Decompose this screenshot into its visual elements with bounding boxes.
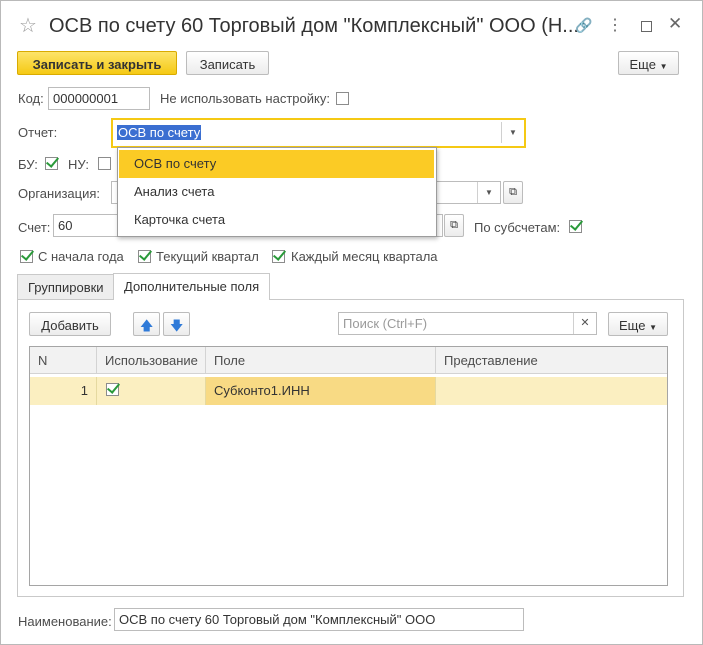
report-select[interactable]: ОСВ по счету ▼	[111, 118, 526, 148]
window-title: ОСВ по счету 60 Торговый дом "Комплексны…	[49, 15, 579, 37]
code-field[interactable]: 000000001	[48, 87, 150, 110]
open-icon[interactable]: ⧉	[503, 181, 523, 204]
bu-checkbox[interactable]	[45, 157, 58, 170]
more-button[interactable]: Еще ▼	[618, 51, 679, 75]
row-presentation[interactable]	[436, 377, 667, 405]
panel-more-label: Еще	[619, 318, 646, 333]
additional-fields-table: N Использование Поле Представление 1 Суб…	[29, 346, 668, 586]
row-usage-cell	[97, 377, 206, 405]
nu-checkbox[interactable]	[98, 157, 111, 170]
save-button[interactable]: Записать	[186, 51, 269, 75]
from-year-start-label: С начала года	[38, 249, 124, 264]
organization-label: Организация:	[18, 186, 101, 201]
no-setting-checkbox[interactable]	[336, 92, 349, 105]
save-and-close-button[interactable]: Записать и закрыть	[17, 51, 177, 75]
tab-groupings[interactable]: Группировки	[17, 274, 115, 300]
by-subaccounts-checkbox[interactable]	[569, 220, 582, 233]
dropdown-option-osv[interactable]: ОСВ по счету	[119, 150, 434, 178]
star-icon[interactable]: ☆	[19, 13, 37, 38]
more-label: Еще	[629, 57, 656, 72]
report-select-value: ОСВ по счету	[117, 125, 202, 140]
kebab-icon[interactable]: ⋮	[607, 15, 623, 35]
bu-label: БУ:	[18, 157, 38, 172]
panel-more-button[interactable]: Еще ▼	[608, 312, 668, 336]
add-button[interactable]: Добавить	[29, 312, 111, 336]
current-quarter-checkbox[interactable]	[138, 250, 151, 263]
each-month-label: Каждый месяц квартала	[291, 249, 438, 264]
chevron-down-icon[interactable]: ▼	[477, 182, 500, 203]
row-n: 1	[30, 377, 97, 405]
form-window: ☆ ОСВ по счету 60 Торговый дом "Комплекс…	[0, 0, 703, 645]
each-month-checkbox[interactable]	[272, 250, 285, 263]
search-input[interactable]: Поиск (Ctrl+F) ✕	[338, 312, 597, 335]
arrow-up-icon[interactable]: 🡅	[133, 312, 160, 336]
nu-label: НУ:	[68, 157, 89, 172]
column-header-presentation[interactable]: Представление	[436, 347, 667, 374]
report-label: Отчет:	[18, 125, 58, 140]
chevron-down-icon: ▼	[649, 323, 657, 332]
tab-additional-fields[interactable]: Дополнительные поля	[113, 273, 271, 300]
maximize-icon[interactable]	[641, 21, 652, 32]
from-year-start-checkbox[interactable]	[20, 250, 33, 263]
chevron-down-icon: ▼	[659, 62, 668, 71]
clear-icon[interactable]: ✕	[573, 313, 596, 334]
dropdown-option-card[interactable]: Карточка счета	[119, 206, 434, 234]
no-setting-label: Не использовать настройку:	[160, 91, 330, 106]
row-usage-checkbox[interactable]	[106, 383, 119, 396]
arrow-down-icon[interactable]: 🡇	[163, 312, 190, 336]
dropdown-option-analysis[interactable]: Анализ счета	[119, 178, 434, 206]
column-header-usage[interactable]: Использование	[97, 347, 206, 374]
table-row[interactable]: 1 Субконто1.ИНН	[30, 377, 667, 405]
name-label: Наименование:	[18, 614, 112, 629]
report-dropdown-list: ОСВ по счету Анализ счета Карточка счета	[117, 147, 437, 237]
close-icon[interactable]: ✕	[668, 14, 682, 34]
search-placeholder: Поиск (Ctrl+F)	[343, 316, 428, 331]
column-header-field[interactable]: Поле	[206, 347, 436, 374]
chevron-down-icon[interactable]: ▼	[501, 122, 524, 143]
by-subaccounts-label: По субсчетам:	[474, 220, 561, 235]
code-label: Код:	[18, 91, 44, 106]
account-label: Счет:	[18, 220, 51, 235]
current-quarter-label: Текущий квартал	[156, 249, 259, 264]
name-field[interactable]: ОСВ по счету 60 Торговый дом "Комплексны…	[114, 608, 524, 631]
column-header-n[interactable]: N	[30, 347, 97, 374]
open-icon[interactable]: ⧉	[444, 214, 464, 237]
row-field[interactable]: Субконто1.ИНН	[206, 377, 436, 405]
link-icon[interactable]: 🔗	[575, 17, 592, 34]
